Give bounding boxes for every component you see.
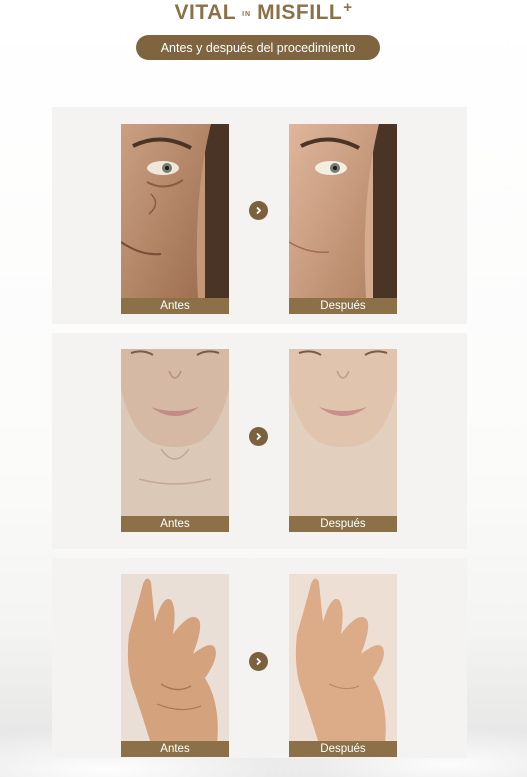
comparison-card-face: Antes Después xyxy=(52,107,467,324)
chevron-right-icon xyxy=(249,652,268,671)
after-photo: Después xyxy=(289,124,397,314)
chevron-right-icon xyxy=(249,201,268,220)
after-label: Después xyxy=(289,298,397,314)
subtitle-pill: Antes y después del procedimiento xyxy=(136,35,380,60)
before-photo: Antes xyxy=(121,124,229,314)
before-label: Antes xyxy=(121,741,229,757)
after-label: Después xyxy=(289,516,397,532)
brand-word-small: IN xyxy=(242,10,252,18)
brand-word-left: VITAL xyxy=(174,1,237,24)
before-label: Antes xyxy=(121,298,229,314)
chevron-right-icon xyxy=(249,427,268,446)
before-label: Antes xyxy=(121,516,229,532)
before-photo: Antes xyxy=(121,349,229,532)
after-photo: Después xyxy=(289,574,397,757)
before-photo: Antes xyxy=(121,574,229,757)
brand-word-right: MISFILL xyxy=(257,1,343,24)
comparison-card-neck: Antes Después xyxy=(52,333,467,549)
after-photo: Después xyxy=(289,349,397,532)
brand-logo: VITAL IN MISFILL + xyxy=(0,0,527,26)
after-label: Después xyxy=(289,741,397,757)
comparison-card-hand: Antes Después xyxy=(52,558,467,758)
brand-plus: + xyxy=(343,0,353,16)
